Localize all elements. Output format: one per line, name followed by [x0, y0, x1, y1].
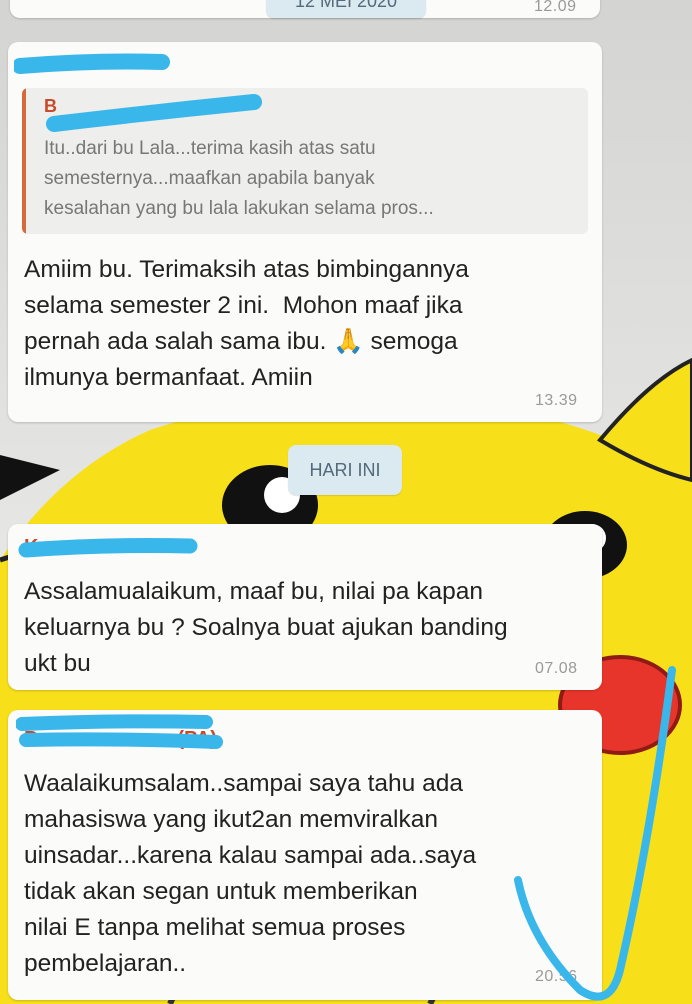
previous-message-time: 12.09: [534, 0, 577, 15]
date-chip-today-label: HARI INI: [309, 460, 381, 480]
date-chip-top-label: 12 MEI 2020: [294, 0, 398, 11]
checkmark-scribble: [514, 666, 676, 1001]
quoted-text: Itu..dari bu Lala...terima kasih atas sa…: [44, 138, 434, 219]
redaction-scribble-2: [18, 538, 198, 558]
date-chip-today: HARI INI: [288, 445, 402, 495]
redaction-scribble-3: [16, 714, 223, 749]
message-text-1: Amiim bu. Terimaksih atas bimbingannya s…: [24, 256, 469, 391]
redaction-scribble-1: [14, 53, 262, 132]
message-time-1: 13.39: [535, 392, 578, 409]
date-chip-top: 12 MEI 2020: [266, 0, 426, 18]
